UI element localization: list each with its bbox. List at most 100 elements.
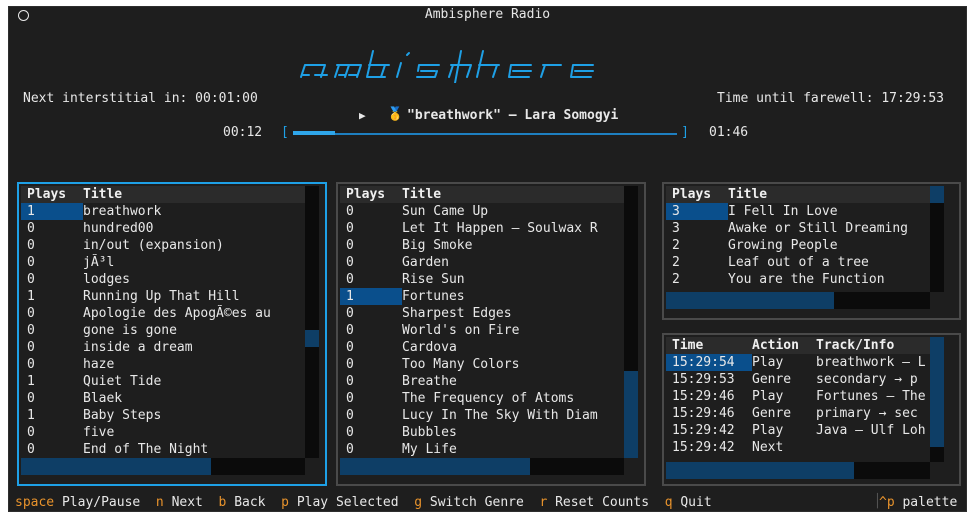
table-row[interactable]: 3 Awake or Still Dreaming	[666, 220, 930, 237]
table-row[interactable]: 0 Breathe	[340, 373, 624, 390]
table-row[interactable]: 0 Big Smoke	[340, 237, 624, 254]
table-cell: gone is gone	[83, 323, 177, 338]
keybinding-switch-genre[interactable]: g Switch Genre	[414, 495, 524, 510]
table-row[interactable]: 1 breathwork	[21, 203, 305, 220]
horizontal-scrollbar[interactable]	[666, 292, 930, 309]
vertical-scrollbar[interactable]	[624, 186, 638, 458]
table-cell: Cardova	[402, 340, 457, 355]
table-row[interactable]: 0 My Life	[340, 441, 624, 458]
table-row[interactable]: 0 World's on Fire	[340, 322, 624, 339]
key-hint: p	[281, 495, 289, 510]
table-row[interactable]: 1 Running Up That Hill	[21, 288, 305, 305]
table-cell: 0	[27, 255, 35, 270]
table-cell: 0	[346, 391, 354, 406]
progress-bracket-right: ]	[681, 125, 689, 140]
table-row[interactable]: 0 Cardova	[340, 339, 624, 356]
table-row[interactable]: 2 You are the Function	[666, 271, 930, 288]
column-header-time[interactable]: Time	[672, 337, 703, 354]
table-cell: Play	[752, 389, 784, 404]
table-row[interactable]: 1 Fortunes	[340, 288, 624, 305]
table-row[interactable]: 0 Let It Happen – Soulwax R	[340, 220, 624, 237]
table-row[interactable]: 0 jÃ³l	[21, 254, 305, 271]
table-row[interactable]: 0 Bubbles	[340, 424, 624, 441]
scrollbar-thumb[interactable]	[666, 292, 834, 309]
table-row[interactable]: 15:29:46 Genre primary → sec	[666, 405, 930, 422]
table-row[interactable]: 0 hundred00	[21, 220, 305, 237]
table-row[interactable]: 1 Baby Steps	[21, 407, 305, 424]
table-row[interactable]: 1 Quiet Tide	[21, 373, 305, 390]
keybinding-back[interactable]: b Back	[219, 495, 266, 510]
vertical-scrollbar[interactable]	[305, 186, 319, 458]
panel-history-log[interactable]: Time Action Track/Info 15:29:54 Play breathwo…	[662, 333, 961, 486]
horizontal-scrollbar[interactable]	[666, 462, 930, 479]
scrollbar-thumb[interactable]	[305, 330, 319, 347]
table-cell: 0	[27, 425, 35, 440]
table-row[interactable]: 2 Growing People	[666, 237, 930, 254]
scrollbar-thumb[interactable]	[930, 337, 944, 447]
palette-label: palette	[902, 495, 958, 510]
now-playing-track: "breathwork" – Lara Somogyi	[407, 108, 619, 123]
table-row[interactable]: 0 Garden	[340, 254, 624, 271]
table-cell: 0	[346, 255, 354, 270]
palette-command[interactable]: ^p palette	[879, 494, 957, 511]
column-header-title[interactable]: Title	[728, 186, 767, 203]
table-row[interactable]: 15:29:46 Play Fortunes – The	[666, 388, 930, 405]
table-row[interactable]: 0 Blaek	[21, 390, 305, 407]
table-row[interactable]: 0 The Frequency of Atoms	[340, 390, 624, 407]
table-row[interactable]: 0 lodges	[21, 271, 305, 288]
table-row[interactable]: 15:29:42 Next	[666, 439, 930, 456]
table-cell: Genre	[752, 406, 792, 421]
table-row[interactable]: 0 End of The Night	[21, 441, 305, 458]
table-row[interactable]: 3I Fell In Love	[666, 203, 930, 220]
table-row[interactable]: 0 gone is gone	[21, 322, 305, 339]
progress-bar[interactable]: [ ]	[281, 125, 689, 140]
scrollbar-thumb[interactable]	[666, 462, 854, 479]
vertical-scrollbar[interactable]	[930, 337, 944, 462]
column-header-plays[interactable]: Plays	[346, 186, 385, 203]
panel-library-primary[interactable]: Plays Title 1 breathwork 0 hundred00 0 in/out (…	[17, 182, 327, 486]
panel-library-secondary[interactable]: Plays Title 0 Sun Came Up 0 Let It Happen – S…	[336, 182, 646, 486]
column-header-plays[interactable]: Plays	[672, 186, 711, 203]
key-label: Play/Pause	[61, 495, 141, 510]
table-row[interactable]: 0 Sharpest Edges	[340, 305, 624, 322]
scrollbar-thumb[interactable]	[340, 458, 530, 475]
table-row[interactable]: 15:29:53 Genre secondary → p	[666, 371, 930, 388]
scrollbar-thumb[interactable]	[624, 371, 638, 458]
scrollbar-thumb[interactable]	[21, 458, 211, 475]
column-header-trackinfo[interactable]: Track/Info	[816, 337, 894, 354]
table-row[interactable]: 0 in/out (expansion)	[21, 237, 305, 254]
table-row[interactable]: 15:29:54 Play breathwork – L	[666, 354, 930, 371]
column-header-action[interactable]: Action	[752, 337, 799, 354]
key-hint: q	[664, 495, 673, 510]
table-row[interactable]: 0 Sun Came Up	[340, 203, 624, 220]
column-header-plays[interactable]: Plays	[27, 186, 66, 203]
table-cell: 0	[346, 442, 354, 457]
column-header-title[interactable]: Title	[402, 186, 441, 203]
keybinding-quit[interactable]: q Quit	[665, 495, 712, 510]
table-row[interactable]: 0 five	[21, 424, 305, 441]
horizontal-scrollbar[interactable]	[21, 458, 305, 475]
play-icon: ▶	[359, 109, 366, 122]
panel-top-played[interactable]: Plays Title 3 I Fell In Love 3 Awake or Still…	[662, 182, 961, 320]
horizontal-scrollbar[interactable]	[340, 458, 624, 475]
key-label: Back	[234, 495, 266, 510]
table-row[interactable]: 0 Too Many Colors	[340, 356, 624, 373]
table-row[interactable]: 0 Apologie des ApogÃ©es au	[21, 305, 305, 322]
table-row[interactable]: 0 haze	[21, 356, 305, 373]
keybinding-play-selected[interactable]: p Play Selected	[281, 495, 398, 510]
table-cell: 15:29:42	[672, 440, 735, 455]
vertical-scrollbar[interactable]	[930, 186, 944, 292]
scrollbar-thumb[interactable]	[930, 186, 944, 203]
keybinding-next[interactable]: n Next	[156, 495, 203, 510]
table-cell: 1	[27, 289, 35, 304]
column-header-title[interactable]: Title	[83, 186, 122, 203]
table-row[interactable]: 2 Leaf out of a tree	[666, 254, 930, 271]
table-row[interactable]: 0 Lucy In The Sky With Diam	[340, 407, 624, 424]
keybinding-reset-counts[interactable]: r Reset Counts	[539, 495, 649, 510]
table-row[interactable]: 0 inside a dream	[21, 339, 305, 356]
keybinding-play-pause[interactable]: space Play/Pause	[15, 495, 140, 510]
palette-key: ^p	[879, 495, 895, 510]
table-cell: 3	[672, 221, 680, 236]
table-row[interactable]: 15:29:42 Play Java – Ulf Loh	[666, 422, 930, 439]
table-row[interactable]: 0 Rise Sun	[340, 271, 624, 288]
